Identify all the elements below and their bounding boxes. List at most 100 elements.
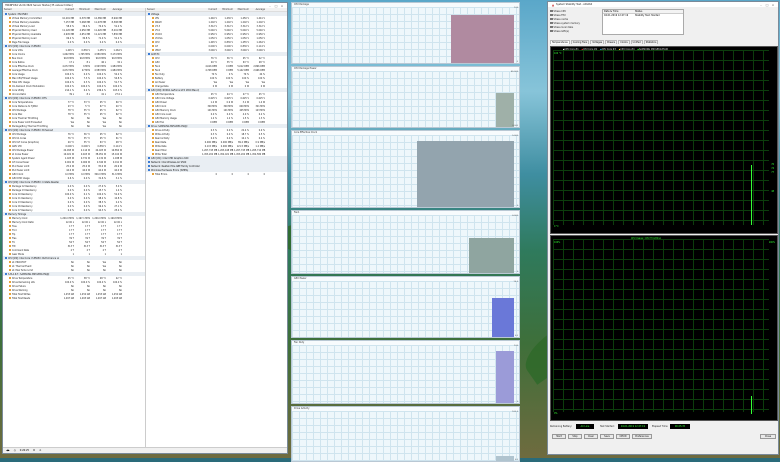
value-minimum: 36 °C [226,56,233,60]
value-average: 0 [263,172,265,176]
value-current: 1,453 GB [63,292,74,296]
close-button[interactable]: Close [760,434,776,439]
col-maximum[interactable]: Maximum [234,8,250,11]
value-minimum: 300 MHz [223,104,233,108]
graph-scale-min: 0 [516,205,518,207]
tab-powers[interactable]: Powers [605,40,618,44]
value-maximum: 11,121 MB [94,32,106,36]
sensor-graph[interactable]: GPU Power 10.0 0.0 [291,276,520,338]
sensor-graph[interactable]: Fan1 6,000 0 [291,210,520,274]
col-sensor[interactable]: Sensor [146,8,202,11]
value-maximum: 1,453 GB [95,292,106,296]
preferences-button[interactable]: Preferences [632,434,652,439]
sensor-icon [152,93,154,95]
tab-statistics[interactable]: Statistics [643,40,659,44]
sensor-graph[interactable]: CPU Package 100 0 [291,2,520,64]
value-maximum: 1 [104,252,106,256]
value-maximum: 56 T [101,240,106,244]
value-minimum: 0.0 % [83,196,90,200]
sensor-icon [9,113,11,115]
sensor-label: CPU [#0]: Intel Core i7-8565U [8,44,41,48]
value-maximum: 17 T [101,228,106,232]
value-current: 76 °C [210,56,217,60]
value-current: 56 T [69,240,74,244]
value-current: 1,692 MHz [62,52,74,56]
sensor-graph[interactable]: Core Effective Clock 5,000 0 [291,130,520,208]
value-minimum: 0.0 % [83,204,90,208]
tab-voltages[interactable]: Voltages [590,40,605,44]
col-average[interactable]: Average [250,8,266,11]
value-maximum: 17 T [101,224,106,228]
sensor-icon [9,93,11,95]
start-button[interactable]: Start [552,434,566,439]
value-average: 51.7 % [114,80,122,84]
sensor-label: Windows Hardware Errors (WHEA) [151,168,189,172]
sensor-label: Drive Activity [155,128,170,132]
sensor-icon [152,33,154,35]
sensor-icon [152,81,154,83]
cpuid-button[interactable]: CPUID [616,434,630,439]
log-col-status[interactable]: Status [635,10,642,13]
temp-value-2: 74 [771,167,774,170]
value-average: 1.050 V [256,36,265,40]
sensor-graph[interactable]: CPU Package Power 45.000 0.000 [291,66,520,128]
value-current: 0.0 % [210,136,217,140]
tab-cooling-fans[interactable]: Cooling Fans [570,40,590,44]
sensor-name: VIN [146,17,202,20]
sensor-label: GPU Core Load [155,112,172,116]
sensor-icon [152,57,154,59]
aida-title: System Stability Test - AIDA64 [556,3,593,6]
col-current[interactable]: Current [59,8,75,11]
sensor-row[interactable]: Total Errors 0 0 0 0 [146,172,287,176]
value-average: 7,830 MB [111,32,122,36]
sensor-name: GT Cores Power [3,161,59,164]
sensor-name: CPU [146,41,202,44]
value-average: 12.8 % [114,196,122,200]
sensor-name: Total Errors [146,173,202,176]
value-current: 4,708 RPM [205,68,217,72]
value-current: 44.0 W [66,168,74,172]
graph-plot: 100 0 [292,345,519,403]
tab-unified[interactable]: Unified [630,40,643,44]
reset-icon[interactable]: ⟲ [39,449,41,452]
value-maximum: 1,267,745 MB [234,148,250,152]
sensor-graph[interactable]: Drive Activity 100.0 0.0 [291,406,520,462]
sensor-name: GPU Memory Clock [146,109,202,112]
save-button[interactable]: Save [600,434,614,439]
col-sensor[interactable]: Sensor [3,8,59,11]
close-icon[interactable]: × [770,3,776,7]
sensor-row[interactable]: Total Host Reads 1,267 GB 1,263 GB 1,267 GB… [3,296,145,300]
sensor-name: DRAM [146,21,202,24]
settings-icon[interactable]: ⚙ [33,449,35,452]
value-maximum: 0.830 V [97,144,106,148]
close-icon[interactable]: × [279,4,285,8]
clear-button[interactable]: Clear [584,434,598,439]
tab-clocks[interactable]: Clocks [618,40,630,44]
value-maximum: 71.0 % [98,36,106,40]
log-col-datetime[interactable]: Date & Time [603,10,635,13]
sensor-label: CPU Package Power [12,148,34,152]
sensor-icon [9,25,11,27]
value-minimum: No [87,264,90,268]
stress-gpu-checkbox[interactable]: Stress GPU(s) [550,29,600,33]
col-average[interactable]: Average [107,8,123,11]
sensor-label: Virtual Memory Available [12,20,40,24]
expand-icon[interactable]: ◀▶ [6,449,10,452]
sensor-graph[interactable]: Fan Duty 100 0 [291,340,520,404]
col-minimum[interactable]: Minimum [218,8,234,11]
value-minimum: 0.1 % [83,192,90,196]
value-average: 3,174 MHz [110,52,122,56]
sensor-label: Core Usage [12,72,25,76]
col-maximum[interactable]: Maximum [91,8,107,11]
col-current[interactable]: Current [202,8,218,11]
sensor-name: GPU Memory Usage [146,117,202,120]
tab-temperatures[interactable]: Temperatures [550,40,570,44]
value-maximum: 0.340 W [96,160,106,164]
value-maximum: 95 °C [99,112,106,116]
col-minimum[interactable]: Minimum [75,8,91,11]
sensor-label: IA: Thermal Event [12,264,32,268]
stop-button[interactable]: Stop [568,434,582,439]
sensor-label: Write Activity [155,132,170,136]
value-maximum: 47 °C [242,92,249,96]
sensor-label: Max CPU/Thread Usage [12,76,38,80]
